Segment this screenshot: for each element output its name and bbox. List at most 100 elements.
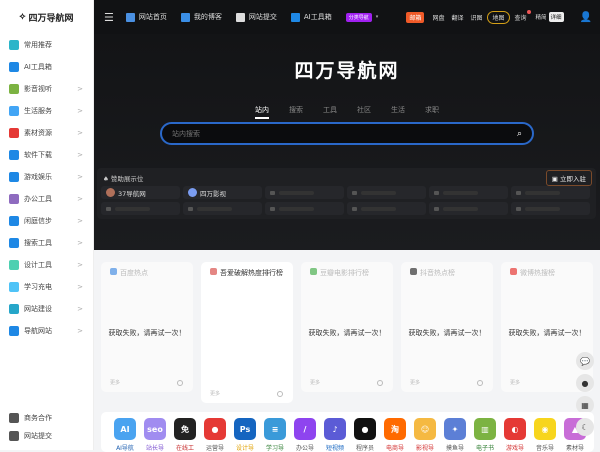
more-link[interactable]: 更多 <box>110 379 120 386</box>
query-link[interactable]: 查询 <box>515 9 531 22</box>
sidebar-item[interactable]: 搜索工具 > <box>0 232 93 254</box>
sidebar-bottom-item[interactable]: 网站提交 <box>0 427 94 445</box>
sidebar-item[interactable]: 网站建设 > <box>0 298 93 320</box>
chevron-down-icon[interactable]: ▾ <box>376 14 379 20</box>
placeholder-bar <box>361 206 396 211</box>
dock-app[interactable]: / 办公导 <box>293 412 317 452</box>
chevron-right-icon: > <box>77 85 83 93</box>
sidebar-item[interactable]: 设计工具 > <box>0 254 93 276</box>
sidebar-bottom-item[interactable]: 商务合作 <box>0 409 94 427</box>
dock-app[interactable]: 免在线工 <box>173 412 197 452</box>
mode-detail[interactable]: 详细 <box>548 12 564 22</box>
sidebar-item[interactable]: 影音视听 > <box>0 78 93 100</box>
sponsor-slot-empty[interactable] <box>347 186 426 199</box>
dock-app[interactable]: ◐ 游戏导 <box>503 412 527 452</box>
sidebar-item[interactable]: 闲庭信步 > <box>0 210 93 232</box>
qq-button[interactable]: ● <box>576 374 594 392</box>
sponsor-site[interactable]: 37导航网 <box>101 186 180 199</box>
app-icon: / <box>294 418 316 440</box>
sidebar-item[interactable]: 办公工具 > <box>0 188 93 210</box>
chevron-right-icon: > <box>77 305 83 313</box>
dock-app[interactable]: Ps 设计导 <box>233 412 257 452</box>
nav-icon <box>180 12 190 22</box>
map-link[interactable]: 地图 <box>487 10 510 24</box>
sponsor-slot-empty[interactable] <box>429 186 508 199</box>
refresh-icon[interactable] <box>177 380 183 386</box>
dock-app[interactable]: ▥ 电子书 <box>473 412 497 452</box>
sidebar-item[interactable]: 常用推荐 <box>0 34 93 56</box>
app-icon: ● <box>204 418 226 440</box>
sponsor-slot-empty[interactable] <box>511 186 590 199</box>
search-input[interactable] <box>172 129 517 138</box>
link-pan[interactable]: 网盘 <box>432 13 444 22</box>
search-tab[interactable]: 站内 <box>255 105 269 119</box>
refresh-icon[interactable] <box>377 380 383 386</box>
app-icon: seo <box>144 418 166 440</box>
mail-link[interactable]: 邮箱 <box>406 11 425 23</box>
theme-toggle-button[interactable]: ☾ <box>576 418 594 436</box>
wechat-button[interactable]: 💬 <box>576 352 594 370</box>
sponsor-slot-empty[interactable] <box>101 202 180 215</box>
dock-app[interactable]: ✦ 摸鱼导 <box>443 412 467 452</box>
search-icon[interactable]: ⌕ <box>517 129 522 139</box>
sponsor-slot-empty[interactable] <box>429 202 508 215</box>
top-nav-item[interactable]: 网站首页 <box>125 12 167 22</box>
link-image-search[interactable]: 识图 <box>470 13 482 22</box>
ad-icon <box>352 206 357 211</box>
top-nav-item[interactable]: 网站提交 <box>235 12 277 22</box>
more-link[interactable]: 更多 <box>310 379 320 386</box>
search-tab[interactable]: 搜索 <box>289 105 303 119</box>
user-icon[interactable]: 👤 <box>580 12 592 23</box>
ad-icon <box>188 206 193 211</box>
search-tab[interactable]: 工具 <box>323 105 337 119</box>
sponsor-slot-empty[interactable] <box>265 202 344 215</box>
dock-app[interactable]: ☺ 影视导 <box>413 412 437 452</box>
sidebar: ⟡ 四万导航网 常用推荐 AI工具箱 影音视听 > 生活服务 > 素材资源 > 软件下载 > 游戏娱乐… <box>0 0 94 450</box>
nav-icon <box>290 12 300 22</box>
refresh-icon[interactable] <box>477 380 483 386</box>
category-icon <box>9 304 19 314</box>
category-nav-badge[interactable]: 分类导航 <box>345 12 372 22</box>
top-nav-item[interactable]: AI工具箱 <box>290 12 332 22</box>
join-button[interactable]: ▣ 立即入驻 <box>545 170 592 186</box>
error-message: 获取失败，请再试一次！ <box>508 329 586 337</box>
search-tab[interactable]: 求职 <box>425 105 439 119</box>
sidebar-item[interactable]: 游戏娱乐 > <box>0 166 93 188</box>
card-icon <box>110 268 117 275</box>
sponsor-slot-empty[interactable] <box>265 186 344 199</box>
logo[interactable]: ⟡ 四万导航网 <box>0 0 93 34</box>
business-icon <box>9 413 19 423</box>
sponsor-slot-empty[interactable] <box>511 202 590 215</box>
search-tab[interactable]: 社区 <box>357 105 371 119</box>
dock-app[interactable]: ◉ 音乐导 <box>533 412 557 452</box>
dock-app[interactable]: ≡ 学习导 <box>263 412 287 452</box>
ad-icon <box>516 190 521 195</box>
more-link[interactable]: 更多 <box>210 390 220 397</box>
dock-app[interactable]: ♪ 短视频 <box>323 412 347 452</box>
sidebar-item[interactable]: 导航网站 > <box>0 320 93 342</box>
top-nav-item[interactable]: 我的博客 <box>180 12 222 22</box>
refresh-icon[interactable] <box>277 391 283 397</box>
dock-app[interactable]: ● 程序员 <box>353 412 377 452</box>
sidebar-item[interactable]: 素材资源 > <box>0 122 93 144</box>
link-translate[interactable]: 翻译 <box>451 13 463 22</box>
hero: 四万导航网 站内 搜索 工具 社区 生活 求职 ⌕ ♠ 赞助展示位 ▣ 立即入驻 37导航… <box>94 34 600 250</box>
sponsor-slot-empty[interactable] <box>183 202 262 215</box>
sponsor-site[interactable]: 四万影视 <box>183 186 262 199</box>
sidebar-item[interactable]: 学习充电 > <box>0 276 93 298</box>
dock-app[interactable]: 淘电商导 <box>383 412 407 452</box>
mode-simple[interactable]: 精简 <box>536 13 547 21</box>
chevron-right-icon: > <box>77 107 83 115</box>
sponsor-slot-empty[interactable] <box>347 202 426 215</box>
search-tab[interactable]: 生活 <box>391 105 405 119</box>
menu-icon[interactable]: ☰ <box>104 11 114 24</box>
sidebar-item[interactable]: 软件下载 > <box>0 144 93 166</box>
dock-app[interactable]: seo 站长导 <box>143 412 167 452</box>
dock-app[interactable]: AI AI导航 <box>113 412 137 452</box>
more-link[interactable]: 更多 <box>510 379 520 386</box>
more-link[interactable]: 更多 <box>410 379 420 386</box>
sidebar-item[interactable]: AI工具箱 <box>0 56 93 78</box>
placeholder-bar <box>361 190 396 195</box>
dock-app[interactable]: ● 运营导 <box>203 412 227 452</box>
sidebar-item[interactable]: 生活服务 > <box>0 100 93 122</box>
